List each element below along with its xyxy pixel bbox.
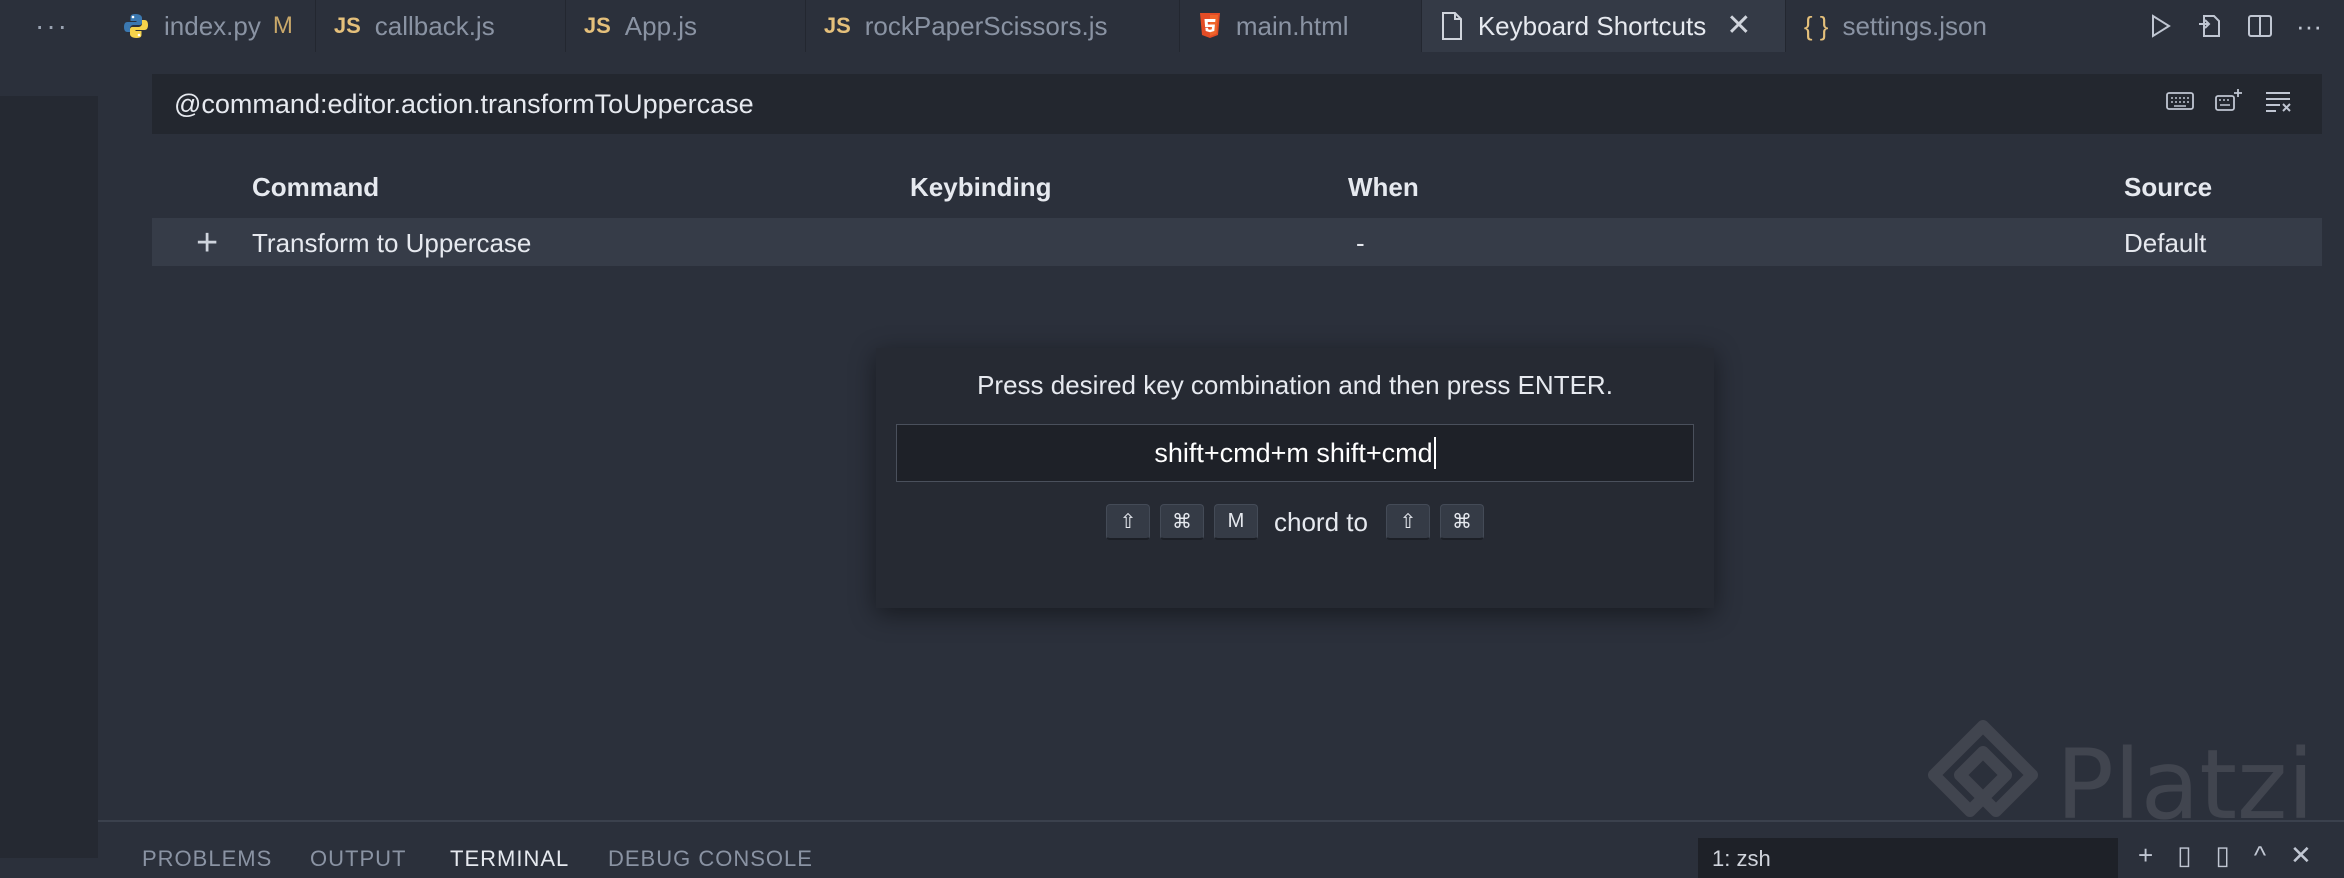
keybindings-table-header: Command Keybinding When Source <box>152 160 2322 216</box>
tab-settings-json[interactable]: { } settings.json <box>1785 0 2056 52</box>
new-terminal-icon[interactable]: + <box>2138 840 2153 871</box>
command-key-icon: ⌘ <box>1439 504 1484 540</box>
chord-label: chord to <box>1274 506 1368 537</box>
keybindings-search-input[interactable]: @command:editor.action.transformToUpperc… <box>152 74 2322 134</box>
more-tabs-icon[interactable]: ··· <box>0 0 104 52</box>
panel-actions: + ▯ ▯ ^ ✕ <box>2138 840 2312 871</box>
panel-tab-problems[interactable]: PROBLEMS <box>142 846 272 872</box>
tab-keyboard-shortcuts[interactable]: Keyboard Shortcuts ✕ <box>1421 0 1786 52</box>
open-settings-json-icon[interactable] <box>2196 12 2224 40</box>
tab-label: rockPaperScissors.js <box>864 10 1108 41</box>
search-value: @command:editor.action.transformToUpperc… <box>174 88 754 119</box>
run-icon[interactable] <box>2146 12 2174 40</box>
column-header-source[interactable]: Source <box>2124 172 2212 203</box>
js-icon: JS <box>583 13 611 38</box>
dialog-message: Press desired key combination and then p… <box>977 370 1613 400</box>
gutter-top-band <box>0 52 98 96</box>
search-actions <box>2166 88 2294 114</box>
close-icon[interactable]: ✕ <box>1726 11 1751 41</box>
record-keys-icon[interactable] <box>2166 90 2194 112</box>
panel-tab-terminal[interactable]: TERMINAL <box>450 846 569 872</box>
define-keybinding-dialog: Press desired key combination and then p… <box>876 348 1714 608</box>
table-row[interactable]: + Transform to Uppercase - Default <box>152 218 2322 266</box>
js-icon: JS <box>333 13 361 38</box>
tab-app-js[interactable]: JS App.js <box>565 0 806 52</box>
maximize-panel-icon[interactable]: ^ <box>2254 840 2266 871</box>
file-icon <box>1440 12 1464 40</box>
m-key: M <box>1214 504 1259 540</box>
tab-label: Keyboard Shortcuts <box>1477 10 1707 41</box>
js-icon: JS <box>823 13 851 38</box>
terminal-select[interactable]: 1: zsh <box>1698 838 2118 878</box>
shift-key-icon: ⇧ <box>1385 504 1430 540</box>
tab-index-py[interactable]: index.py M <box>104 0 316 52</box>
keybinding-input-value: shift+cmd+m shift+cmd <box>1154 437 1433 468</box>
keybinding-preview: ⇧ ⌘ M chord to ⇧ ⌘ <box>876 504 1714 540</box>
tab-main-html[interactable]: main.html <box>1179 0 1422 52</box>
close-panel-icon[interactable]: ✕ <box>2290 840 2312 871</box>
html5-icon <box>1198 12 1222 40</box>
more-actions-icon[interactable]: ··· <box>2296 11 2322 42</box>
tab-callback-js[interactable]: JS callback.js <box>315 0 566 52</box>
row-source: Default <box>2124 228 2207 258</box>
bottom-panel: PROBLEMS OUTPUT TERMINAL DEBUG CONSOLE 1… <box>98 820 2344 878</box>
sort-by-precedence-icon[interactable] <box>2214 88 2244 114</box>
tab-label: index.py <box>164 10 261 41</box>
editor-gutter <box>0 52 98 858</box>
clear-search-icon[interactable] <box>2264 89 2294 113</box>
python-icon <box>122 12 150 40</box>
split-editor-icon[interactable] <box>2246 12 2274 40</box>
tab-rockpaperscissors-js[interactable]: JS rockPaperScissors.js <box>805 0 1180 52</box>
column-header-keybinding[interactable]: Keybinding <box>910 172 1052 203</box>
row-command: Transform to Uppercase <box>252 228 532 258</box>
shift-key-icon: ⇧ <box>1106 504 1151 540</box>
add-keybinding-icon[interactable]: + <box>196 222 218 265</box>
tab-label: main.html <box>1235 10 1349 41</box>
column-header-command[interactable]: Command <box>252 172 379 203</box>
json-icon: { } <box>1803 10 1829 41</box>
tab-label: settings.json <box>1842 10 1987 41</box>
column-header-when[interactable]: When <box>1348 172 1419 203</box>
editor-actions: ··· <box>2146 0 2344 52</box>
panel-tab-debug-console[interactable]: DEBUG CONSOLE <box>608 846 813 872</box>
modified-badge: M <box>272 12 293 39</box>
tab-label: App.js <box>624 10 698 41</box>
row-when: - <box>1356 228 1365 258</box>
command-key-icon: ⌘ <box>1160 504 1205 540</box>
trash-icon[interactable]: ▯ <box>2216 840 2230 871</box>
tab-label: callback.js <box>374 10 495 41</box>
panel-tab-output[interactable]: OUTPUT <box>310 846 406 872</box>
text-caret <box>1433 437 1436 469</box>
editor-tab-bar: ··· index.py M JS callback.js JS App.js … <box>0 0 2344 52</box>
split-terminal-icon[interactable]: ▯ <box>2177 840 2191 871</box>
keybinding-input[interactable]: shift+cmd+m shift+cmd <box>896 424 1694 482</box>
